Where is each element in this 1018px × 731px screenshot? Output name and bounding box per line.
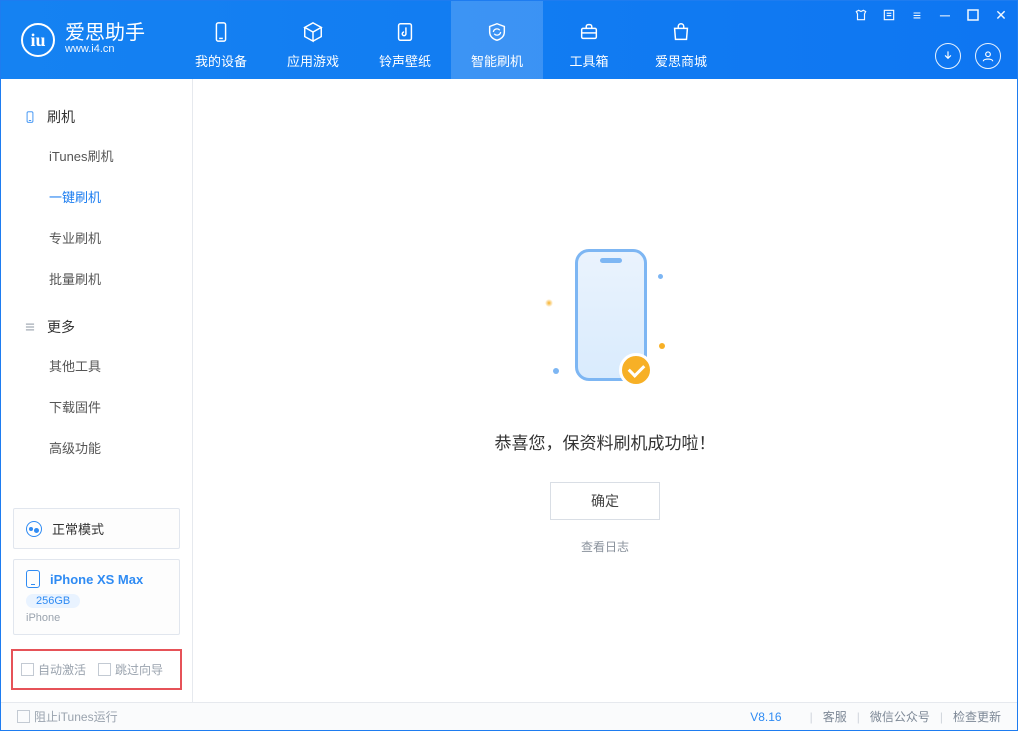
mode-label: 正常模式 (52, 519, 104, 538)
cube-icon (300, 19, 326, 45)
status-bar: 阻止iTunes运行 V8.16 | 客服 | 微信公众号 | 检查更新 (1, 702, 1017, 730)
nav-label: 我的设备 (195, 51, 247, 70)
success-message: 恭喜您，保资料刷机成功啦！ (495, 429, 716, 454)
footer-link-support[interactable]: 客服 (823, 708, 847, 725)
sidebar: 刷机 iTunes刷机 一键刷机 专业刷机 批量刷机 更多 其他工具 下载固件 … (1, 79, 193, 702)
sidebar-item-other-tools[interactable]: 其他工具 (1, 345, 192, 386)
checkmark-icon (619, 353, 653, 387)
auto-activate-checkbox[interactable]: 自动激活 (21, 661, 86, 678)
nav-ringtones[interactable]: 铃声壁纸 (359, 1, 451, 79)
ok-button[interactable]: 确定 (550, 482, 660, 520)
app-url: www.i4.cn (65, 43, 145, 56)
success-illustration (545, 249, 665, 399)
nav-flash[interactable]: 智能刷机 (451, 1, 543, 79)
nav-label: 应用游戏 (287, 51, 339, 70)
logo-icon: iu (21, 23, 55, 57)
nav-my-device[interactable]: 我的设备 (175, 1, 267, 79)
app-logo: iu 爱思助手 www.i4.cn (1, 1, 163, 79)
minimize-button[interactable]: ─ (937, 7, 953, 23)
device-icon (208, 19, 234, 45)
sidebar-item-oneclick-flash[interactable]: 一键刷机 (1, 176, 192, 217)
window-controls: ≡ ─ ✕ (853, 7, 1009, 23)
nav-apps[interactable]: 应用游戏 (267, 1, 359, 79)
maximize-button[interactable] (965, 7, 981, 23)
group-title: 更多 (47, 317, 75, 337)
top-nav: 我的设备 应用游戏 铃声壁纸 智能刷机 工具箱 爱思商城 (175, 1, 727, 79)
nav-label: 爱思商城 (655, 51, 707, 70)
view-log-link[interactable]: 查看日志 (581, 538, 629, 555)
nav-toolbox[interactable]: 工具箱 (543, 1, 635, 79)
group-title: 刷机 (47, 107, 75, 127)
mode-card[interactable]: 正常模式 (13, 508, 180, 549)
nav-label: 智能刷机 (471, 51, 523, 70)
skip-guide-checkbox[interactable]: 跳过向导 (98, 661, 163, 678)
device-card[interactable]: iPhone XS Max 256GB iPhone (13, 559, 180, 635)
account-button[interactable] (975, 43, 1001, 69)
sidebar-item-advanced[interactable]: 高级功能 (1, 427, 192, 468)
list-icon (23, 320, 37, 334)
block-itunes-checkbox[interactable]: 阻止iTunes运行 (17, 708, 118, 725)
list-icon[interactable] (881, 7, 897, 23)
nav-label: 工具箱 (569, 51, 608, 70)
sidebar-item-download-firmware[interactable]: 下载固件 (1, 386, 192, 427)
device-type: iPhone (26, 612, 167, 624)
music-icon (392, 19, 418, 45)
footer-link-update[interactable]: 检查更新 (953, 708, 1001, 725)
sidebar-group-more[interactable]: 更多 (1, 317, 192, 345)
bag-icon (668, 19, 694, 45)
main-content: 恭喜您，保资料刷机成功啦！ 确定 查看日志 (193, 79, 1017, 702)
sidebar-item-pro-flash[interactable]: 专业刷机 (1, 217, 192, 258)
options-highlight: 自动激活 跳过向导 (11, 649, 182, 690)
toolbox-icon (576, 19, 602, 45)
nav-store[interactable]: 爱思商城 (635, 1, 727, 79)
close-button[interactable]: ✕ (993, 7, 1009, 23)
sidebar-group-flash[interactable]: 刷机 (1, 107, 192, 135)
sidebar-item-itunes-flash[interactable]: iTunes刷机 (1, 135, 192, 176)
refresh-shield-icon (484, 19, 510, 45)
mode-icon (26, 521, 42, 537)
download-button[interactable] (935, 43, 961, 69)
footer-link-wechat[interactable]: 微信公众号 (870, 708, 930, 725)
header-actions (935, 43, 1001, 69)
menu-icon[interactable]: ≡ (909, 7, 925, 23)
version-label: V8.16 (750, 710, 781, 724)
shirt-icon[interactable] (853, 7, 869, 23)
phone-icon (26, 570, 40, 588)
phone-icon (23, 110, 37, 124)
app-name: 爱思助手 (65, 23, 145, 43)
nav-label: 铃声壁纸 (379, 51, 431, 70)
title-bar: iu 爱思助手 www.i4.cn 我的设备 应用游戏 铃声壁纸 智能刷机 工具… (1, 1, 1017, 79)
sidebar-item-batch-flash[interactable]: 批量刷机 (1, 258, 192, 299)
storage-badge: 256GB (26, 594, 80, 608)
device-name: iPhone XS Max (50, 572, 143, 587)
